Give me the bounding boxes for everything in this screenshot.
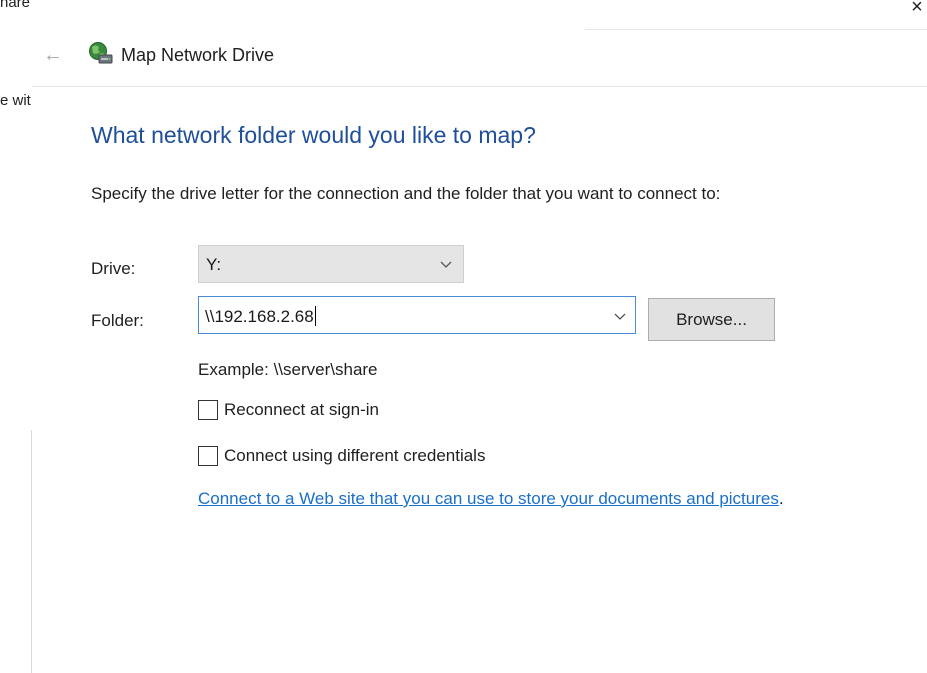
dialog-header: ← Map Network Drive xyxy=(32,30,927,87)
background-window-text: nare xyxy=(0,0,31,11)
drive-letter-select[interactable]: Y: xyxy=(198,245,464,283)
close-icon: × xyxy=(911,0,923,18)
chevron-down-icon[interactable] xyxy=(613,309,627,323)
folder-path-value: \\192.168.2.68 xyxy=(205,307,314,326)
credentials-checkbox[interactable] xyxy=(198,446,218,466)
link-trailing-period: . xyxy=(778,489,784,508)
web-site-link-row: Connect to a Web site that you can use t… xyxy=(198,489,784,509)
background-window-text: e wit xyxy=(0,92,31,109)
text-caret xyxy=(314,306,316,326)
page-heading: What network folder would you like to ma… xyxy=(91,122,536,148)
example-text: Example: \\server\share xyxy=(198,360,378,379)
connect-web-site-link[interactable]: Connect to a Web site that you can use t… xyxy=(198,489,779,508)
drive-selected-value: Y: xyxy=(206,255,222,274)
reconnect-label[interactable]: Reconnect at sign-in xyxy=(224,400,379,420)
back-button[interactable]: ← xyxy=(41,44,65,66)
browse-button[interactable]: Browse... xyxy=(648,298,775,341)
back-arrow-icon: ← xyxy=(43,44,63,66)
instructions-text: Specify the drive letter for the connect… xyxy=(91,184,721,203)
reconnect-checkbox[interactable] xyxy=(198,400,218,420)
dialog-title: Map Network Drive xyxy=(121,45,275,65)
credentials-label[interactable]: Connect using different credentials xyxy=(224,446,485,466)
close-button[interactable]: × xyxy=(907,0,927,18)
chevron-down-icon xyxy=(440,261,452,268)
folder-label: Folder: xyxy=(91,311,144,330)
map-network-drive-dialog: ← Map Network Drive What network folder … xyxy=(32,30,927,673)
folder-path-input[interactable]: \\192.168.2.68 xyxy=(198,296,636,334)
drive-label: Drive: xyxy=(91,259,136,278)
network-drive-icon xyxy=(89,42,113,64)
